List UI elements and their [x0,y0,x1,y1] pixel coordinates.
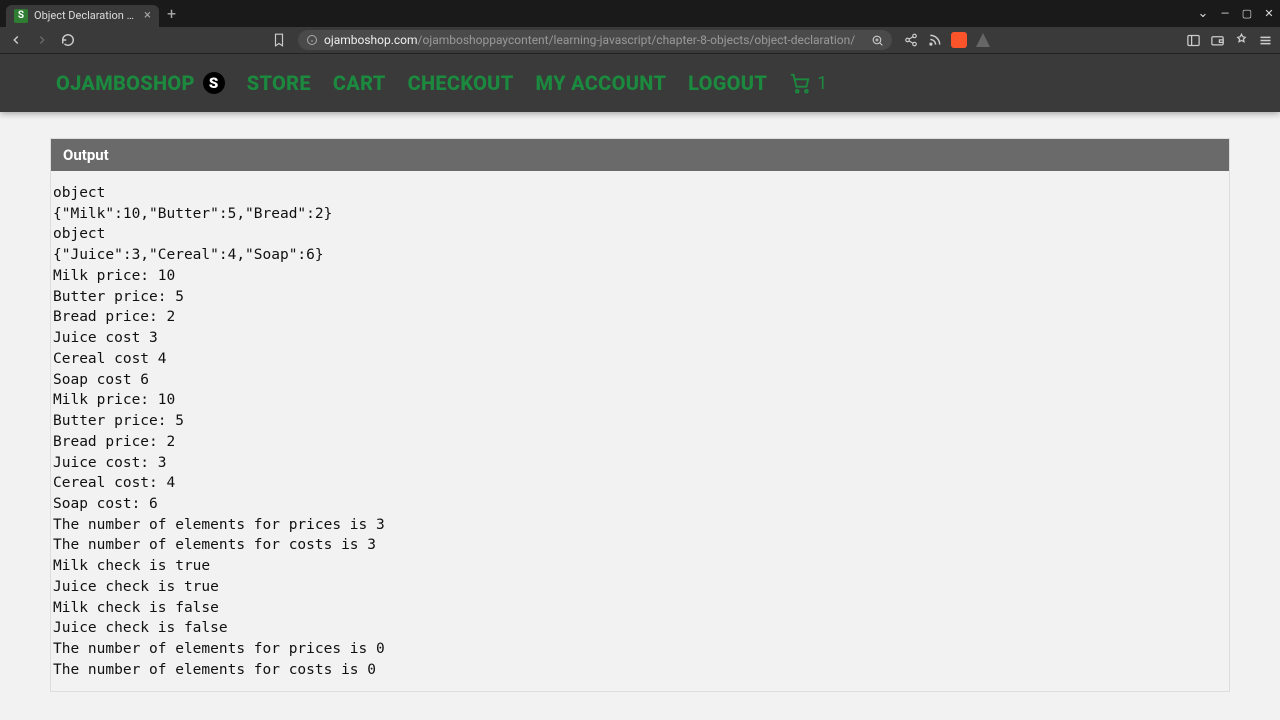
bookmark-icon[interactable] [270,31,288,49]
window-titlebar: S Object Declaration - Ojamb × + ⌄ — ▢ ✕ [0,0,1280,27]
wallet-icon[interactable] [1208,31,1226,49]
address-bar[interactable]: ojamboshop.com/ojamboshoppaycontent/lear… [298,30,892,50]
zoom-icon[interactable] [871,34,884,47]
nav-logout[interactable]: LOGOUT [688,71,767,95]
reload-icon [61,33,75,47]
brand-logo-icon: S [203,72,225,94]
maximize-button[interactable]: ▢ [1236,0,1258,27]
chevron-down-icon[interactable]: ⌄ [1192,0,1214,27]
brand-text: OJAMBOSHOP [56,71,195,95]
browser-toolbar: ojamboshop.com/ojamboshoppaycontent/lear… [0,27,1280,54]
site-info-icon[interactable] [306,34,318,46]
new-tab-button[interactable]: + [167,4,176,23]
arrow-left-icon [9,33,23,47]
page-content: Output object {"Milk":10,"Butter":5,"Bre… [0,112,1280,720]
output-panel: Output object {"Milk":10,"Butter":5,"Bre… [50,138,1230,692]
reload-button[interactable] [58,30,78,50]
menu-icon[interactable] [1256,31,1274,49]
nav-store[interactable]: STORE [247,71,311,95]
extensions-icon[interactable] [1232,31,1250,49]
window-controls: ⌄ — ▢ ✕ [1192,0,1280,27]
cart-count: 1 [817,73,827,94]
brave-shields-icon[interactable] [950,31,968,49]
forward-button[interactable] [32,30,52,50]
nav-cart[interactable]: CART [333,71,386,95]
back-button[interactable] [6,30,26,50]
sidebar-icon[interactable] [1184,31,1202,49]
output-body: object {"Milk":10,"Butter":5,"Bread":2} … [51,171,1229,691]
close-tab-icon[interactable]: × [144,8,151,23]
brave-rewards-icon[interactable] [974,31,992,49]
cart-button[interactable]: 1 [789,72,827,94]
site-header: OJAMBOSHOP S STORE CART CHECKOUT MY ACCO… [0,54,1280,112]
minimize-button[interactable]: — [1214,0,1236,27]
output-header: Output [51,139,1229,171]
share-icon[interactable] [902,31,920,49]
page-viewport[interactable]: OJAMBOSHOP S STORE CART CHECKOUT MY ACCO… [0,54,1280,720]
site-brand-link[interactable]: OJAMBOSHOP S [56,71,225,95]
arrow-right-icon [35,33,49,47]
url-text: ojamboshop.com/ojamboshoppaycontent/lear… [324,33,865,47]
browser-tab[interactable]: S Object Declaration - Ojamb × [6,5,159,27]
tab-title: Object Declaration - Ojamb [34,9,134,22]
cart-icon [789,72,811,94]
favicon-icon: S [14,9,28,23]
nav-account[interactable]: MY ACCOUNT [536,71,667,95]
close-window-button[interactable]: ✕ [1258,0,1280,27]
tab-strip: S Object Declaration - Ojamb × + [0,0,176,27]
nav-checkout[interactable]: CHECKOUT [408,71,514,95]
rss-icon[interactable] [926,31,944,49]
